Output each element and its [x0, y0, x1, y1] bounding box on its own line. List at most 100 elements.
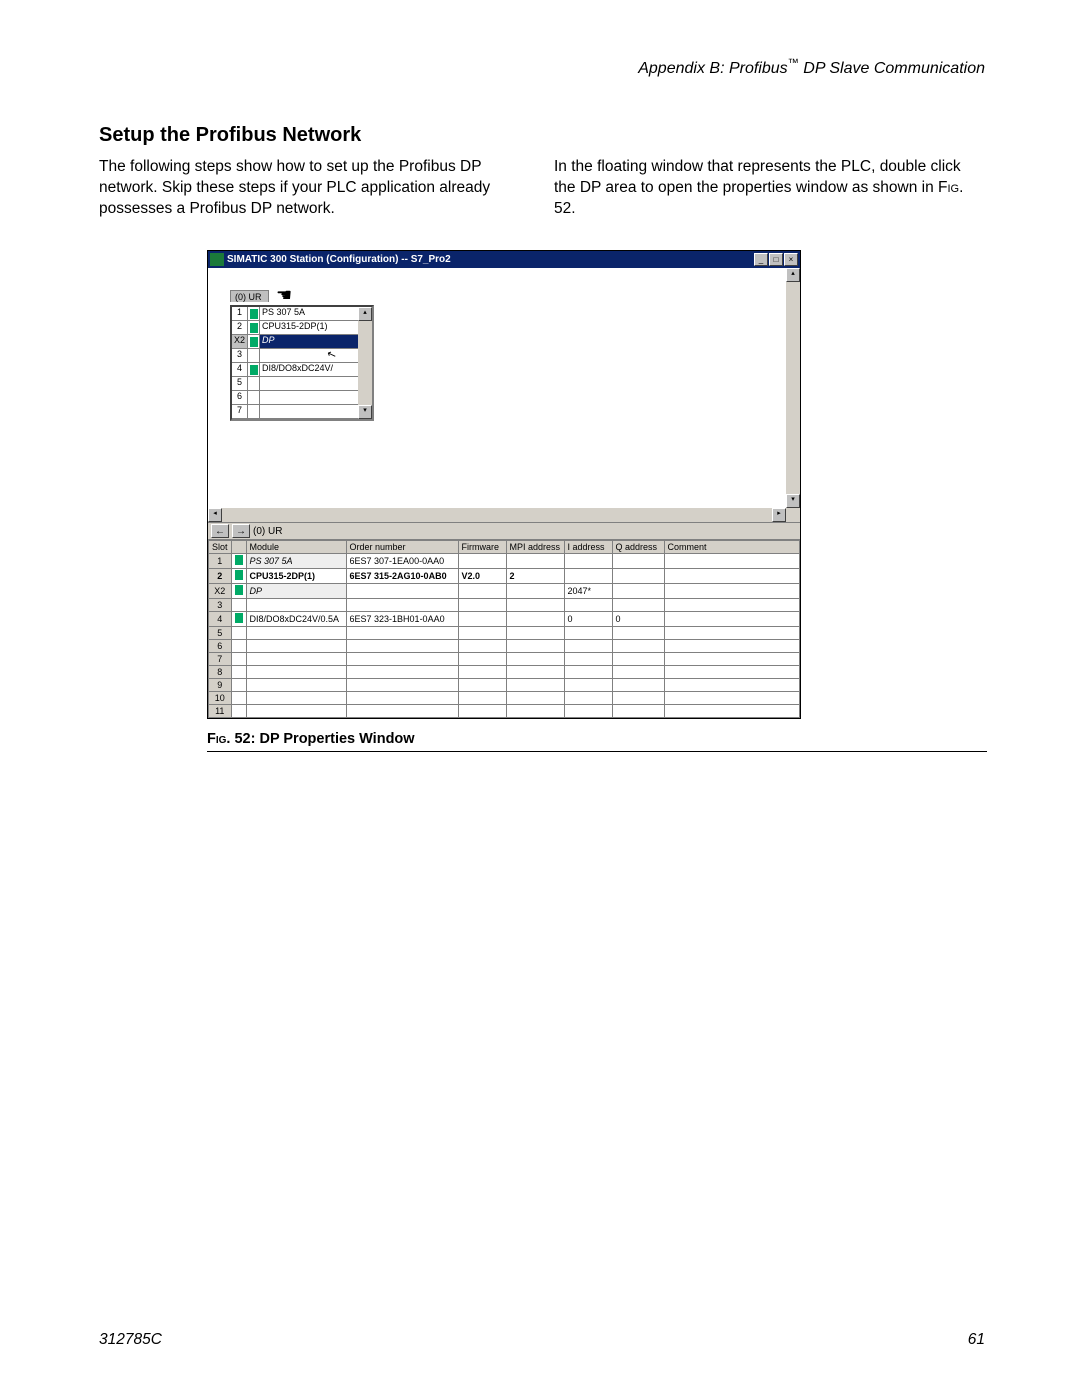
- grid-header-cell[interactable]: MPI address: [506, 541, 564, 554]
- grid-cell: [346, 666, 458, 679]
- grid-cell: [506, 627, 564, 640]
- grid-cell: 6ES7 323-1BH01-0AA0: [346, 612, 458, 627]
- scroll-right-icon[interactable]: ▸: [772, 508, 786, 522]
- page-footer: 312785C 61: [99, 1331, 985, 1349]
- table-row[interactable]: 11: [209, 705, 800, 718]
- body-col2-a: In the floating window that represents t…: [554, 158, 961, 196]
- grid-header-cell[interactable]: Comment: [664, 541, 799, 554]
- grid-cell: X2: [209, 584, 232, 599]
- figcap-text: DP Properties Window: [259, 731, 414, 747]
- rack-slot-num: X2: [232, 335, 248, 348]
- close-button[interactable]: ×: [784, 253, 798, 266]
- grid-cell: [506, 554, 564, 569]
- grid-cell: [664, 640, 799, 653]
- rack-slot-num: 4: [232, 363, 248, 376]
- table-row[interactable]: 2CPU315-2DP(1)6ES7 315-2AG10-0AB0V2.02: [209, 569, 800, 584]
- vscrollbar-upper[interactable]: ▴ ▾: [786, 268, 800, 522]
- rack-table[interactable]: 1PS 307 5A2CPU315-2DP(1)X2DP34DI8/DO8xDC…: [230, 305, 374, 421]
- grid-cell: [664, 705, 799, 718]
- grid-cell: [246, 599, 346, 612]
- body-columns: The following steps show how to set up t…: [99, 157, 985, 220]
- grid-cell: [346, 679, 458, 692]
- nav-fwd-button[interactable]: →: [232, 524, 250, 538]
- grid-header-cell[interactable]: Slot: [209, 541, 232, 554]
- grid-cell: PS 307 5A: [246, 554, 346, 569]
- table-row[interactable]: 1PS 307 5A6ES7 307-1EA00-0AA0: [209, 554, 800, 569]
- grid-cell: [664, 653, 799, 666]
- scroll-down-icon[interactable]: ▾: [786, 494, 800, 508]
- grid-header-cell[interactable]: Q address: [612, 541, 664, 554]
- table-row[interactable]: 3: [209, 599, 800, 612]
- section-title: Setup the Profibus Network: [99, 124, 985, 147]
- rack-row[interactable]: 3: [232, 349, 372, 363]
- rack-module-icon: [248, 349, 260, 362]
- rack-header[interactable]: (0) UR: [230, 290, 269, 302]
- grid-cell: 11: [209, 705, 232, 718]
- grid-cell: 3: [209, 599, 232, 612]
- rack-module-icon: [248, 377, 260, 390]
- grid-cell: 2: [209, 569, 232, 584]
- rack-scrollbar[interactable]: ▴▾: [358, 307, 372, 419]
- grid-cell: [246, 705, 346, 718]
- grid-cell: [458, 640, 506, 653]
- maximize-button[interactable]: □: [769, 253, 783, 266]
- slot-table[interactable]: Slot ModuleOrder numberFirmwareMPI addres…: [208, 540, 800, 718]
- rack-row[interactable]: 1PS 307 5A: [232, 307, 372, 321]
- scroll-up-icon[interactable]: ▴: [786, 268, 800, 282]
- table-row[interactable]: 10: [209, 692, 800, 705]
- table-row[interactable]: X2DP2047*: [209, 584, 800, 599]
- scroll-left-icon[interactable]: ◂: [208, 508, 222, 522]
- table-row[interactable]: 6: [209, 640, 800, 653]
- table-row[interactable]: 5: [209, 627, 800, 640]
- grid-header-cell[interactable]: I address: [564, 541, 612, 554]
- header-appendix: Appendix B: Profibus™ DP Slave Communica…: [99, 58, 985, 78]
- rack-module-icon: [248, 391, 260, 404]
- grid-cell: [458, 554, 506, 569]
- rack-row[interactable]: X2DP: [232, 335, 372, 349]
- rack-row[interactable]: 6: [232, 391, 372, 405]
- grid-cell: [564, 653, 612, 666]
- grid-cell: [612, 640, 664, 653]
- rack-row[interactable]: 7: [232, 405, 372, 419]
- grid-cell: [346, 584, 458, 599]
- grid-cell: [506, 692, 564, 705]
- module-icon: [231, 569, 246, 584]
- grid-header-cell[interactable]: [231, 541, 246, 554]
- grid-cell: 7: [209, 653, 232, 666]
- table-row[interactable]: 7: [209, 653, 800, 666]
- grid-cell: 2: [506, 569, 564, 584]
- upper-pane[interactable]: ☚ (0) UR 1PS 307 5A2CPU315-2DP(1)X2DP34D…: [208, 268, 800, 522]
- module-icon: [231, 612, 246, 627]
- nav-back-button[interactable]: ←: [211, 524, 229, 538]
- screenshot-figure: SIMATIC 300 Station (Configuration) -- S…: [207, 250, 985, 719]
- grid-cell: [346, 653, 458, 666]
- grid-cell: [506, 612, 564, 627]
- rack-module-label: [260, 377, 372, 390]
- grid-cell: [458, 627, 506, 640]
- grid-cell: [346, 599, 458, 612]
- grid-header-cell[interactable]: Firmware: [458, 541, 506, 554]
- grid-header-cell[interactable]: Order number: [346, 541, 458, 554]
- rack-row[interactable]: 2CPU315-2DP(1): [232, 321, 372, 335]
- window-title: SIMATIC 300 Station (Configuration) -- S…: [227, 254, 754, 265]
- minimize-button[interactable]: _: [754, 253, 768, 266]
- titlebar[interactable]: SIMATIC 300 Station (Configuration) -- S…: [208, 251, 800, 268]
- scroll-down-icon[interactable]: ▾: [358, 405, 372, 419]
- rack-row[interactable]: 5: [232, 377, 372, 391]
- figure-caption: Fig. 52: DP Properties Window: [207, 731, 987, 752]
- doc-number: 312785C: [99, 1331, 162, 1349]
- rack-row[interactable]: 4DI8/DO8xDC24V/: [232, 363, 372, 377]
- hscrollbar-upper[interactable]: ◂ ▸: [208, 508, 800, 522]
- grid-cell: [612, 666, 664, 679]
- table-row[interactable]: 8: [209, 666, 800, 679]
- grid-cell: 5: [209, 627, 232, 640]
- rack-module-icon: [248, 307, 260, 320]
- scroll-up-icon[interactable]: ▴: [358, 307, 372, 321]
- grid-header-cell[interactable]: Module: [246, 541, 346, 554]
- grid-cell: V2.0: [458, 569, 506, 584]
- grid-cell: 9: [209, 679, 232, 692]
- table-row[interactable]: 9: [209, 679, 800, 692]
- figcap-prefix: Fig. 52:: [207, 731, 259, 747]
- page-number: 61: [968, 1331, 985, 1349]
- table-row[interactable]: 4DI8/DO8xDC24V/0.5A6ES7 323-1BH01-0AA000: [209, 612, 800, 627]
